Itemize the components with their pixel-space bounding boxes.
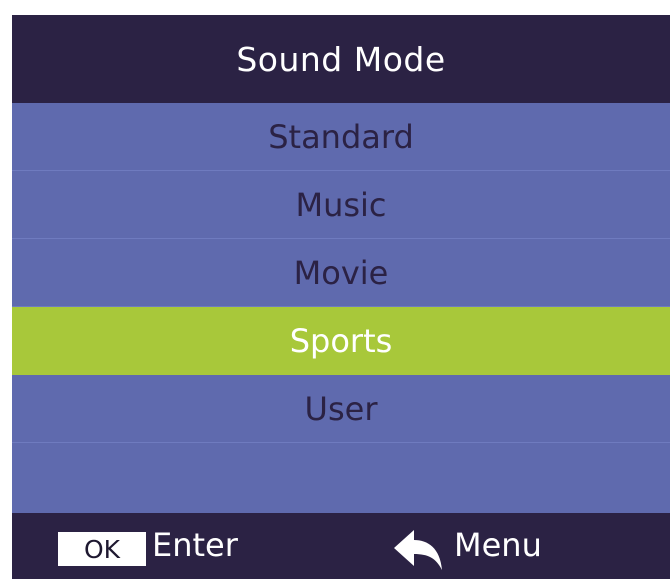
- list-item-movie[interactable]: Movie: [12, 239, 670, 307]
- sound-mode-list: Standard Music Movie Sports User: [12, 103, 670, 513]
- list-item-label: Movie: [293, 253, 389, 292]
- list-item-label: Sports: [289, 322, 393, 360]
- list-item-standard[interactable]: Standard: [12, 103, 670, 171]
- list-item-user[interactable]: User: [12, 375, 670, 443]
- list-item-music[interactable]: Music: [12, 171, 670, 239]
- list-item-label: Music: [295, 185, 387, 224]
- list-item-empty: [12, 443, 670, 511]
- list-item-label: User: [304, 389, 378, 428]
- menu-title: Sound Mode: [236, 39, 446, 79]
- ok-key-badge: OK: [58, 532, 146, 566]
- list-item-label: Standard: [268, 117, 414, 156]
- menu-hint-label: Menu: [454, 526, 542, 564]
- sound-mode-menu: Sound Mode Standard Music Movie Sports U…: [12, 15, 670, 579]
- back-arrow-icon: [394, 530, 442, 570]
- menu-header: Sound Mode: [12, 15, 670, 103]
- list-item-sports[interactable]: Sports: [12, 307, 670, 375]
- enter-hint-label: Enter: [152, 526, 238, 564]
- menu-footer: OK Enter Menu: [12, 513, 670, 579]
